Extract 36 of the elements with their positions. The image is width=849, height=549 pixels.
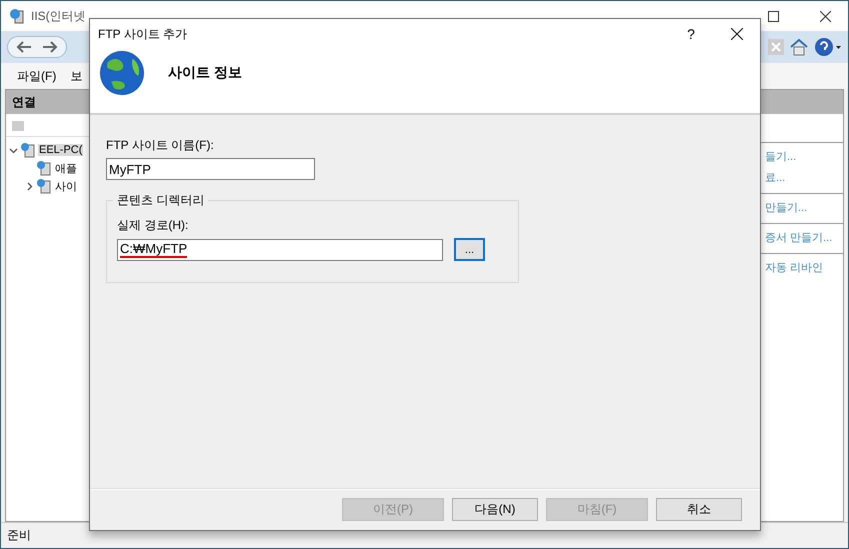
server-icon xyxy=(36,160,52,176)
dialog-button[interactable]: 다음(N) xyxy=(452,498,538,520)
home-icon[interactable] xyxy=(790,38,808,56)
help-button[interactable]: ? xyxy=(668,26,714,42)
pane-header: 연결 xyxy=(12,94,36,110)
tree-item[interactable]: 애플 xyxy=(54,160,78,176)
dialog-title: FTP 사이트 추가 xyxy=(98,26,188,42)
tree-item[interactable]: EEL-PC( xyxy=(38,144,84,156)
help-icon[interactable] xyxy=(814,37,842,57)
action-link[interactable]: 자동 리바인 xyxy=(765,260,843,275)
dialog-button[interactable]: 취소 xyxy=(656,498,742,520)
tree-item[interactable]: 사이 xyxy=(54,178,78,194)
window-title: IIS(인터넷 xyxy=(31,8,87,24)
action-link[interactable]: 증서 만들기... xyxy=(765,230,843,245)
close-icon[interactable] xyxy=(820,10,830,22)
maximize-icon[interactable] xyxy=(768,10,778,22)
action-link[interactable]: 료... xyxy=(765,170,843,185)
site-name-field[interactable]: MyFTP xyxy=(106,158,315,180)
page-heading: 사이트 정보 xyxy=(168,64,242,82)
chevron-down-icon[interactable] xyxy=(9,146,18,154)
menu-item[interactable]: 파일(F) xyxy=(17,68,56,84)
server-icon xyxy=(20,142,36,158)
server-icon xyxy=(36,178,52,194)
forward-arrow-icon[interactable] xyxy=(42,40,58,54)
field-label: 실제 경로(H): xyxy=(117,217,190,234)
path-field[interactable]: C:₩MyFTP xyxy=(117,238,443,260)
chevron-right-icon[interactable] xyxy=(25,182,34,190)
group-legend: 콘텐츠 디렉터리 xyxy=(113,192,208,209)
status-text: 준비 xyxy=(7,527,31,544)
server-icon xyxy=(9,8,25,24)
close-icon[interactable] xyxy=(731,28,743,40)
field-label: FTP 사이트 이름(F): xyxy=(106,137,215,154)
back-arrow-icon[interactable] xyxy=(16,40,32,54)
browse-button[interactable]: ... xyxy=(454,238,485,261)
globe-icon xyxy=(98,49,146,97)
menu-item[interactable]: 보 xyxy=(70,68,82,84)
